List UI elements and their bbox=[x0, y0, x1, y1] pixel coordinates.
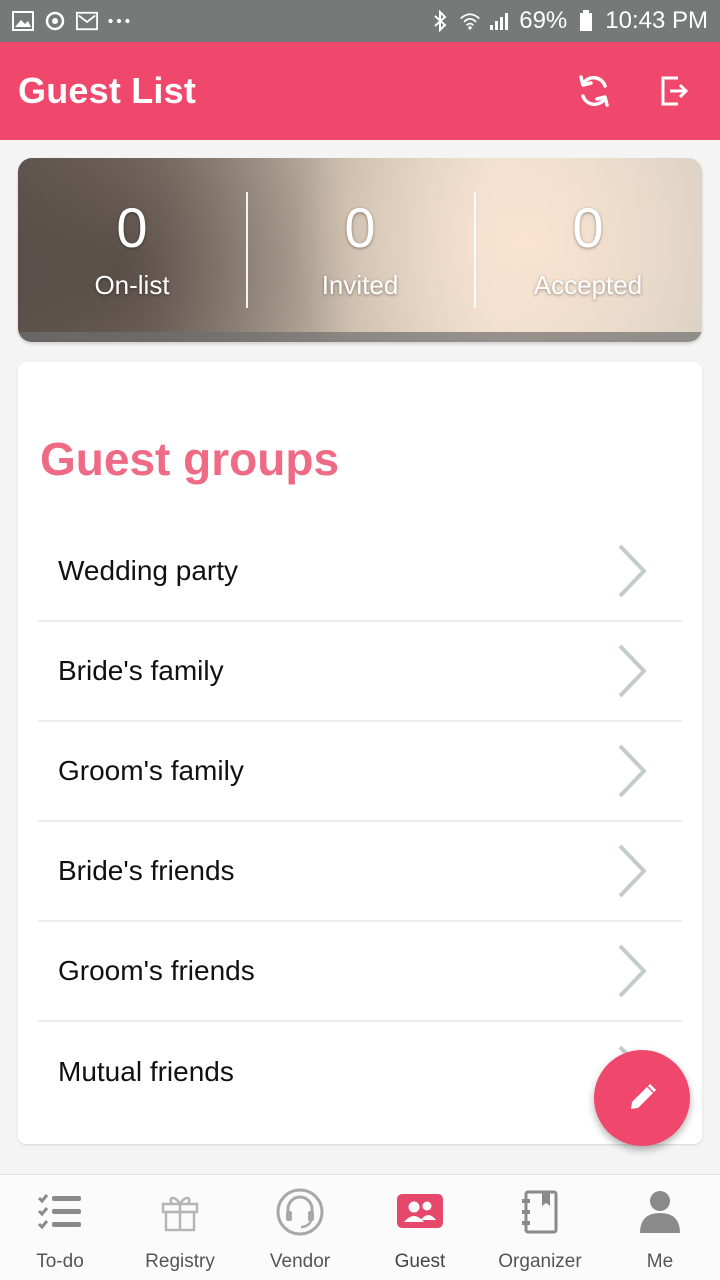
status-bar: 69% 10:43 PM bbox=[0, 0, 720, 42]
nav-item-registry[interactable]: Registry bbox=[120, 1175, 240, 1280]
list-item-mutual-friends[interactable]: Mutual friends bbox=[38, 1022, 682, 1122]
section-title: Guest groups bbox=[40, 433, 340, 485]
battery-percent: 69% bbox=[519, 7, 568, 34]
group-label: Groom's family bbox=[58, 755, 244, 786]
export-icon bbox=[661, 76, 688, 106]
stat-value: 0 bbox=[116, 195, 148, 259]
refresh-button[interactable] bbox=[574, 71, 614, 111]
list-item-brides-friends[interactable]: Bride's friends bbox=[38, 822, 682, 922]
stat-value: 0 bbox=[572, 195, 604, 259]
battery-icon bbox=[575, 10, 597, 32]
stat-value: 0 bbox=[344, 195, 376, 259]
wifi-icon bbox=[459, 10, 481, 32]
chevron-right-icon bbox=[618, 744, 647, 798]
chevron-right-icon bbox=[618, 544, 647, 598]
nav-item-guest[interactable]: Guest bbox=[360, 1175, 480, 1280]
person-icon bbox=[635, 1187, 685, 1237]
notebook-icon bbox=[515, 1187, 565, 1237]
nav-label: Guest bbox=[394, 1251, 446, 1272]
stat-invited[interactable]: 0 Invited bbox=[246, 158, 474, 342]
nav-item-todo[interactable]: To-do bbox=[0, 1175, 120, 1280]
stat-label: Invited bbox=[321, 269, 399, 300]
edit-icon bbox=[631, 1083, 657, 1109]
group-label: Wedding party bbox=[58, 555, 239, 586]
banner-shadow bbox=[18, 332, 702, 342]
nav-label: Registry bbox=[145, 1251, 215, 1272]
guests-icon bbox=[395, 1187, 445, 1237]
checklist-icon bbox=[35, 1187, 85, 1237]
nav-item-organizer[interactable]: Organizer bbox=[480, 1175, 600, 1280]
bottom-navigation: To-do Registry Vendor Guest Organizer Me bbox=[0, 1174, 720, 1280]
app-header: Guest List bbox=[0, 42, 720, 140]
bluetooth-icon bbox=[429, 10, 451, 32]
nav-item-me[interactable]: Me bbox=[600, 1175, 720, 1280]
nav-label: Me bbox=[646, 1251, 674, 1272]
signal-icon bbox=[489, 10, 511, 32]
list-item-wedding-party[interactable]: Wedding party bbox=[38, 522, 682, 622]
chevron-right-icon bbox=[618, 644, 647, 698]
group-label: Mutual friends bbox=[58, 1056, 234, 1087]
guest-stats-banner: 0 On-list 0 Invited 0 Accepted bbox=[18, 158, 702, 342]
export-button[interactable] bbox=[654, 71, 694, 111]
clock: 10:43 PM bbox=[605, 7, 708, 34]
chevron-right-icon bbox=[618, 844, 647, 898]
group-label: Groom's friends bbox=[58, 955, 255, 986]
list-item-brides-family[interactable]: Bride's family bbox=[38, 622, 682, 722]
chevron-right-icon bbox=[618, 944, 647, 998]
guest-groups-card: Guest groups Wedding party Bride's famil… bbox=[18, 362, 702, 1144]
group-label: Bride's family bbox=[58, 655, 224, 686]
sync-icon bbox=[44, 10, 66, 32]
stat-on-list[interactable]: 0 On-list bbox=[18, 158, 246, 342]
group-list: Wedding party Bride's family Groom's fam… bbox=[38, 522, 682, 1122]
group-label: Bride's friends bbox=[58, 855, 235, 886]
stat-label: On-list bbox=[94, 269, 170, 300]
refresh-icon bbox=[579, 75, 609, 107]
stat-accepted[interactable]: 0 Accepted bbox=[474, 158, 702, 342]
header-actions bbox=[574, 71, 702, 111]
status-right: 69% 10:43 PM bbox=[429, 9, 708, 33]
more-icon bbox=[108, 10, 130, 32]
page-title: Guest List bbox=[18, 70, 197, 111]
stats-row: 0 On-list 0 Invited 0 Accepted bbox=[18, 158, 702, 342]
list-item-grooms-friends[interactable]: Groom's friends bbox=[38, 922, 682, 1022]
list-item-grooms-family[interactable]: Groom's family bbox=[38, 722, 682, 822]
image-icon bbox=[12, 10, 34, 32]
status-left bbox=[12, 10, 130, 32]
edit-fab-button[interactable] bbox=[594, 1050, 690, 1146]
nav-label: Vendor bbox=[269, 1251, 331, 1272]
headset-icon bbox=[275, 1187, 325, 1237]
nav-item-vendor[interactable]: Vendor bbox=[240, 1175, 360, 1280]
nav-label: To-do bbox=[36, 1251, 84, 1272]
stat-label: Accepted bbox=[533, 269, 643, 300]
gift-icon bbox=[155, 1187, 205, 1237]
nav-label: Organizer bbox=[498, 1251, 582, 1272]
mail-icon bbox=[76, 10, 98, 32]
